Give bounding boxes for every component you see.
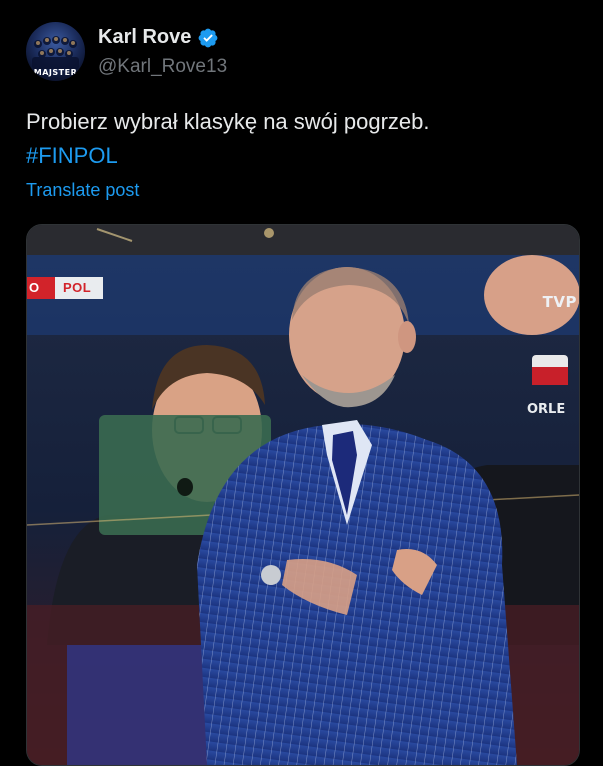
svg-text:ORLE: ORLE <box>527 402 565 417</box>
score-bug-left: O <box>27 277 55 299</box>
post-text: Probierz wybrał klasykę na swój pogrzeb.… <box>26 105 586 173</box>
author-handle[interactable]: @Karl_Rove13 <box>98 56 227 78</box>
tv-screen-photo: ORLE <box>27 225 579 765</box>
post-header: MAJSTER Karl Rove @Karl_Rove13 <box>26 20 586 81</box>
broadcaster-logo: TVP <box>542 293 577 311</box>
translate-post-link[interactable]: Translate post <box>26 180 139 201</box>
avatar-caption: MAJSTER <box>33 68 78 77</box>
author-display-name[interactable]: Karl Rove <box>98 26 191 49</box>
score-bug-team: POL <box>55 277 104 299</box>
hashtag-link[interactable]: #FINPOL <box>26 139 586 173</box>
score-bug: O POL <box>27 277 104 299</box>
author-name-row: Karl Rove <box>98 26 219 49</box>
avatar[interactable]: MAJSTER <box>26 22 85 81</box>
post-body: Probierz wybrał klasykę na swój pogrzeb. <box>26 109 430 134</box>
verified-badge-icon <box>198 28 218 47</box>
tv-bezel <box>27 225 579 255</box>
post-media-image[interactable]: ORLE O POL TVP <box>26 224 580 766</box>
